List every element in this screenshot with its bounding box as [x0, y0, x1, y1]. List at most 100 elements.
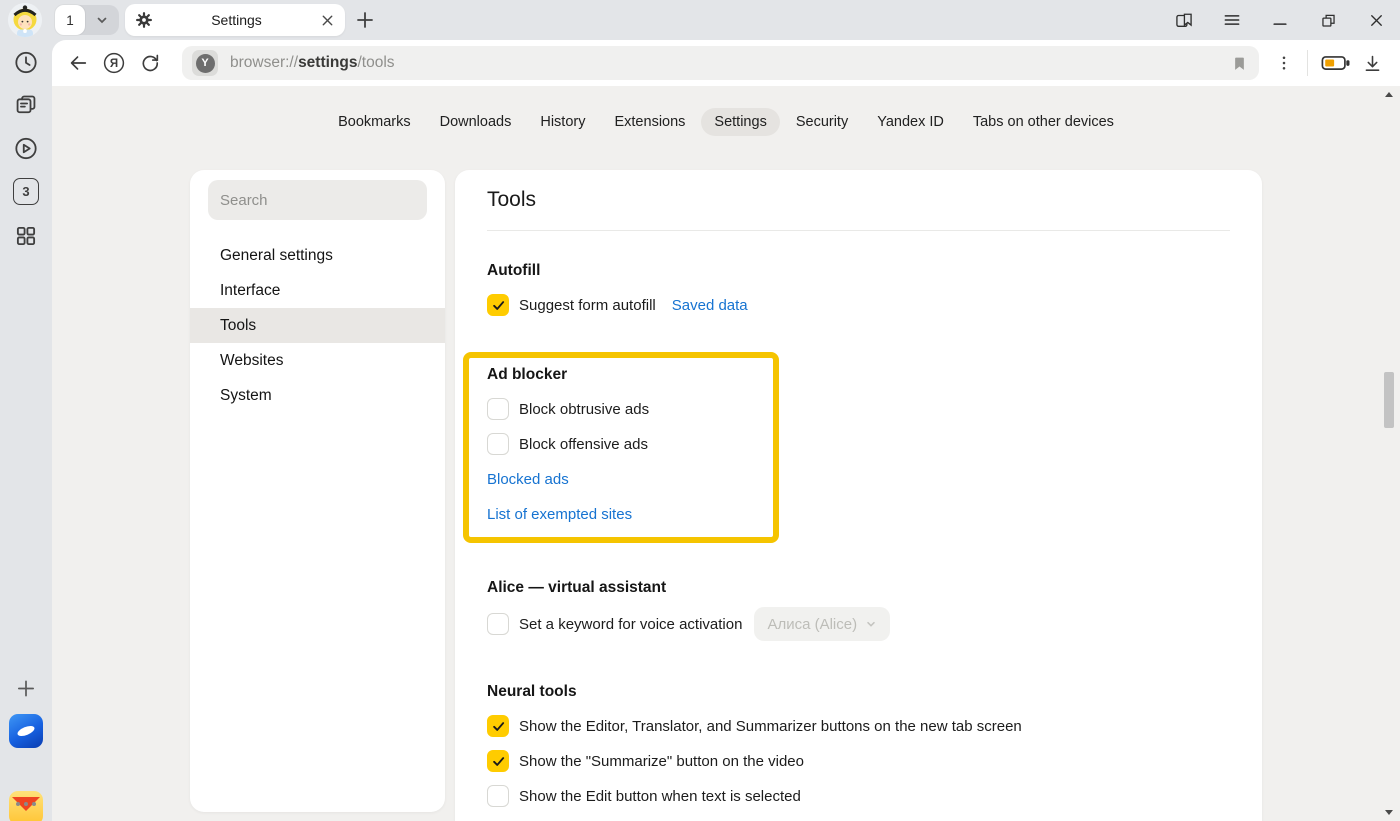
feed-button[interactable] [13, 92, 40, 119]
clock-icon [13, 49, 40, 76]
chevron-down-icon [865, 618, 877, 630]
settings-search[interactable] [208, 180, 427, 220]
sidebar-item-tools[interactable]: Tools [190, 308, 445, 343]
back-button[interactable] [60, 45, 96, 81]
checkmark-icon [491, 754, 506, 769]
download-icon [1362, 53, 1383, 74]
nav-tab-settings[interactable]: Settings [701, 108, 779, 136]
battery-icon [1321, 53, 1351, 73]
left-sidebar-rail: 3 [0, 40, 52, 821]
mail-app-button[interactable] [9, 791, 43, 821]
tab-counter[interactable]: 1 [55, 5, 85, 35]
saved-data-link[interactable]: Saved data [672, 297, 748, 314]
scrollbar-thumb[interactable] [1384, 372, 1394, 428]
battery-saver-button[interactable] [1318, 45, 1354, 81]
suggest-form-autofill-label: Suggest form autofill [519, 297, 656, 314]
side-panel-button[interactable] [1174, 10, 1194, 30]
svg-text:Я: Я [110, 58, 118, 70]
show-edit-button-label: Show the Edit button when text is select… [519, 788, 801, 805]
titlebar: 1 Settings [0, 0, 1400, 40]
side-panel-icon [1174, 10, 1194, 31]
suggest-form-autofill-checkbox[interactable] [487, 294, 509, 316]
new-tab-button[interactable] [353, 8, 377, 32]
sidebar-item-websites[interactable]: Websites [190, 343, 445, 378]
sidebar-item-system[interactable]: System [190, 378, 445, 413]
tabs-panel-button[interactable]: 3 [13, 178, 39, 205]
profile-avatar[interactable] [8, 3, 42, 37]
browser-logo-icon: Y [196, 54, 215, 73]
page-scrollbar[interactable] [1382, 86, 1396, 821]
grid-icon [13, 223, 39, 249]
apps-grid-button[interactable] [13, 223, 39, 249]
add-panel-item-button[interactable] [16, 678, 37, 699]
yandex-ya-icon: Я [102, 51, 126, 75]
bookmark-flag-icon[interactable] [1230, 54, 1249, 73]
tab-close-icon[interactable] [320, 13, 335, 28]
browser-menu-button[interactable] [1222, 10, 1242, 30]
address-bar[interactable]: Y browser://settings/tools [182, 46, 1259, 80]
video-button[interactable] [13, 135, 40, 162]
yandex-home-button[interactable]: Я [96, 45, 132, 81]
block-obtrusive-ads-checkbox[interactable] [487, 398, 509, 420]
settings-page: Bookmarks Downloads History Extensions S… [52, 86, 1400, 821]
block-offensive-ads-checkbox[interactable] [487, 433, 509, 455]
block-obtrusive-ads-label: Block obtrusive ads [519, 401, 649, 418]
search-input[interactable] [220, 192, 415, 209]
restore-window-icon [1319, 11, 1338, 30]
show-edit-button-checkbox[interactable] [487, 785, 509, 807]
section-ad-blocker-highlighted: Ad blocker Block obtrusive ads Block off… [463, 352, 779, 543]
toolbar-divider [1307, 50, 1308, 76]
more-apps-button[interactable] [16, 802, 36, 806]
minimize-button[interactable] [1270, 10, 1290, 30]
gear-icon [135, 11, 153, 29]
section-alice: Alice — virtual assistant Set a keyword … [487, 579, 1230, 641]
history-button[interactable] [13, 49, 40, 76]
autofill-heading: Autofill [487, 262, 1230, 280]
scroll-up-arrow-icon[interactable] [1385, 92, 1393, 97]
sidebar-item-general-settings[interactable]: General settings [190, 238, 445, 273]
scroll-down-arrow-icon[interactable] [1385, 810, 1393, 815]
settings-sidebar: General settings Interface Tools Website… [190, 170, 445, 812]
page-title: Tools [487, 188, 1230, 212]
downloads-button[interactable] [1354, 45, 1390, 81]
voice-activation-keyword-label: Set a keyword for voice activation [519, 616, 742, 633]
voice-activation-keyword-checkbox[interactable] [487, 613, 509, 635]
yandex-browser-app-button[interactable] [9, 714, 43, 748]
checkmark-icon [491, 298, 506, 313]
nav-tab-bookmarks[interactable]: Bookmarks [325, 108, 424, 136]
nav-tab-downloads[interactable]: Downloads [427, 108, 525, 136]
nav-tab-other-devices[interactable]: Tabs on other devices [960, 108, 1127, 136]
plus-icon [354, 9, 376, 31]
nav-tab-history[interactable]: History [527, 108, 598, 136]
settings-main-panel: Tools Autofill Suggest form autofill Sav… [455, 170, 1262, 821]
nav-tab-yandex-id[interactable]: Yandex ID [864, 108, 957, 136]
feed-pages-icon [13, 92, 40, 119]
neural-tools-heading: Neural tools [487, 683, 1230, 701]
tab-group-pill: 1 [55, 5, 119, 35]
extensions-menu-button[interactable] [1271, 45, 1297, 81]
blocked-ads-link[interactable]: Blocked ads [487, 471, 569, 488]
nav-tab-security[interactable]: Security [783, 108, 861, 136]
site-badge[interactable]: Y [192, 50, 218, 76]
show-summarize-video-label: Show the "Summarize" button on the video [519, 753, 804, 770]
url-text[interactable]: browser://settings/tools [230, 54, 395, 72]
nav-tab-extensions[interactable]: Extensions [601, 108, 698, 136]
block-offensive-ads-label: Block offensive ads [519, 436, 648, 453]
alice-keyword-value: Алиса (Alice) [767, 616, 857, 633]
show-summarize-video-checkbox[interactable] [487, 750, 509, 772]
hamburger-menu-icon [1222, 10, 1242, 30]
reload-button[interactable] [132, 45, 168, 81]
alice-keyword-dropdown[interactable]: Алиса (Alice) [754, 607, 890, 641]
minimize-icon [1270, 10, 1290, 30]
restore-button[interactable] [1318, 10, 1338, 30]
close-window-button[interactable] [1366, 10, 1386, 30]
exempted-sites-link[interactable]: List of exempted sites [487, 506, 632, 523]
browser-tab-settings[interactable]: Settings [125, 4, 345, 36]
show-editor-translator-summarizer-label: Show the Editor, Translator, and Summari… [519, 718, 1022, 735]
alice-avatar-icon [8, 3, 42, 37]
window-controls [1174, 0, 1386, 40]
section-neural-tools: Neural tools Show the Editor, Translator… [487, 683, 1230, 807]
tab-list-chevron[interactable] [85, 13, 119, 27]
sidebar-item-interface[interactable]: Interface [190, 273, 445, 308]
show-editor-translator-summarizer-checkbox[interactable] [487, 715, 509, 737]
